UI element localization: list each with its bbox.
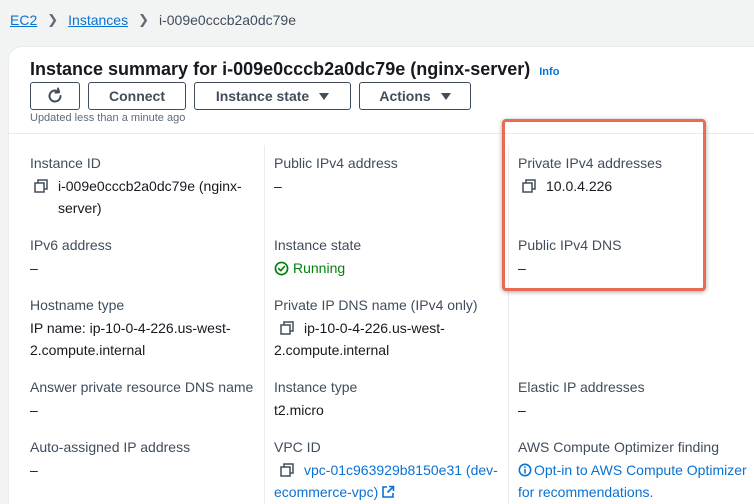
copy-icon[interactable] bbox=[280, 463, 294, 477]
ipv6-value: – bbox=[30, 260, 38, 276]
private-dns-label: Private IP DNS name (IPv4 only) bbox=[274, 297, 478, 313]
chevron-right-icon: ❯ bbox=[138, 12, 149, 27]
chevron-right-icon: ❯ bbox=[47, 12, 59, 27]
breadcrumb-current: i-009e0cccb2a0dc79e bbox=[158, 12, 296, 28]
highlight-box bbox=[502, 119, 706, 291]
breadcrumb-instances-link[interactable]: Instances bbox=[68, 12, 128, 28]
breadcrumb: EC2 ❯ Instances ❯ i-009e0cccb2a0dc79e bbox=[10, 12, 296, 28]
connect-button[interactable]: Connect bbox=[88, 82, 186, 110]
optimizer-link[interactable]: Opt-in to AWS Compute Optimizer for reco… bbox=[518, 462, 747, 500]
copy-icon[interactable] bbox=[34, 179, 48, 193]
answer-private-dns-label: Answer private resource DNS name bbox=[30, 379, 254, 395]
private-dns-value-row: ip-10-0-4-226.us-west-2.compute.internal bbox=[274, 317, 499, 361]
instance-state-field-label: Instance state bbox=[274, 237, 362, 253]
instance-state-status: Running bbox=[274, 257, 499, 279]
public-ipv4-label: Public IPv4 address bbox=[274, 155, 398, 171]
instance-id-field: Instance ID i-009e0cccb2a0dc79e (nginx-s… bbox=[30, 155, 255, 219]
instance-id-value-row: i-009e0cccb2a0dc79e (nginx-server) bbox=[30, 175, 255, 219]
auto-ip-label: Auto-assigned IP address bbox=[30, 439, 191, 455]
vpc-id-value-row: vpc-01c963929b8150e31 (dev-ecommerce-vpc… bbox=[274, 459, 499, 503]
instance-state-label: Instance state bbox=[215, 88, 310, 104]
refresh-button[interactable] bbox=[30, 82, 80, 110]
auto-ip-value: – bbox=[30, 462, 38, 478]
external-link-icon[interactable] bbox=[381, 485, 395, 499]
auto-ip-field: Auto-assigned IP address – bbox=[30, 439, 255, 481]
hostname-type-label: Hostname type bbox=[30, 297, 125, 313]
public-ipv4-value: – bbox=[274, 178, 282, 194]
private-dns-field: Private IP DNS name (IPv4 only) ip-10-0-… bbox=[274, 297, 499, 361]
answer-private-dns-field: Answer private resource DNS name – bbox=[30, 379, 255, 421]
optimizer-value-row: Opt-in to AWS Compute Optimizer for reco… bbox=[518, 459, 748, 503]
instance-summary-panel: Instance summary for i-009e0cccb2a0dc79e… bbox=[8, 46, 754, 504]
instance-state-field: Instance state Running bbox=[274, 237, 499, 279]
copy-icon[interactable] bbox=[280, 321, 294, 335]
check-circle-icon bbox=[274, 261, 289, 275]
page-title: Instance summary for i-009e0cccb2a0dc79e… bbox=[30, 59, 531, 79]
ipv6-label: IPv6 address bbox=[30, 237, 112, 253]
instance-id-label: Instance ID bbox=[30, 155, 101, 171]
updated-text: Updated less than a minute ago bbox=[30, 112, 186, 124]
optimizer-field: AWS Compute Optimizer finding Opt-in to … bbox=[518, 439, 748, 503]
vpc-id-field: VPC ID vpc-01c963929b8150e31 (dev-ecomme… bbox=[274, 439, 499, 503]
hostname-type-field: Hostname type IP name: ip-10-0-4-226.us-… bbox=[30, 297, 255, 361]
instance-type-label: Instance type bbox=[274, 379, 358, 395]
column-divider bbox=[264, 145, 265, 504]
instance-state-value: Running bbox=[293, 260, 346, 276]
info-icon bbox=[518, 463, 532, 477]
instance-id-value: i-009e0cccb2a0dc79e (nginx-server) bbox=[58, 178, 242, 216]
instance-type-value: t2.micro bbox=[274, 402, 324, 418]
hostname-type-value: IP name: ip-10-0-4-226.us-west-2.compute… bbox=[30, 320, 231, 358]
instance-state-dropdown[interactable]: Instance state bbox=[194, 82, 351, 110]
private-dns-value: ip-10-0-4-226.us-west-2.compute.internal bbox=[274, 320, 445, 358]
elastic-ip-field: Elastic IP addresses – bbox=[518, 379, 748, 421]
caret-down-icon bbox=[319, 92, 330, 100]
elastic-ip-value: – bbox=[518, 402, 526, 418]
title-row: Instance summary for i-009e0cccb2a0dc79e… bbox=[30, 59, 559, 80]
optimizer-label: AWS Compute Optimizer finding bbox=[518, 439, 719, 455]
vpc-id-label: VPC ID bbox=[274, 439, 321, 455]
connect-label: Connect bbox=[109, 88, 165, 104]
info-link[interactable]: Info bbox=[539, 66, 559, 78]
actions-dropdown[interactable]: Actions bbox=[359, 82, 471, 110]
answer-private-dns-value: – bbox=[30, 402, 38, 418]
breadcrumb-ec2-link[interactable]: EC2 bbox=[10, 12, 37, 28]
caret-down-icon bbox=[440, 92, 451, 100]
actions-label: Actions bbox=[379, 88, 431, 104]
ipv6-field: IPv6 address – bbox=[30, 237, 255, 279]
public-ipv4-field: Public IPv4 address – bbox=[274, 155, 499, 197]
instance-type-field: Instance type t2.micro bbox=[274, 379, 499, 421]
refresh-icon bbox=[48, 87, 62, 103]
elastic-ip-label: Elastic IP addresses bbox=[518, 379, 645, 395]
